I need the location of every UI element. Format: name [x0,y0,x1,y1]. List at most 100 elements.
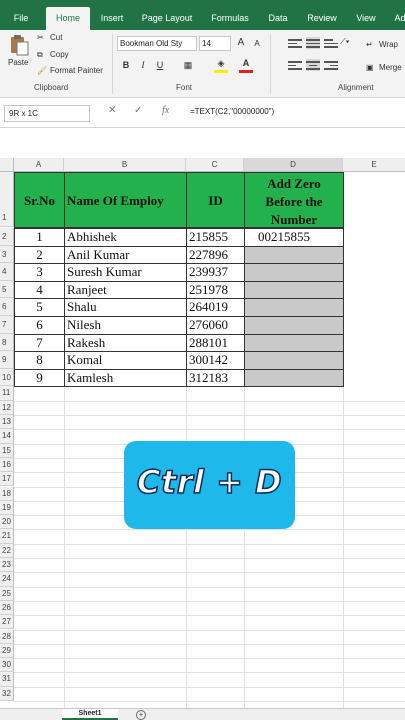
cell-sr-no[interactable]: 2 [14,245,65,265]
tab-insert[interactable]: Insert [94,7,130,30]
cell-sr-no[interactable]: 3 [14,263,65,282]
row-header[interactable]: 17 [0,472,14,487]
grow-font-button[interactable]: A [234,36,248,50]
cut-icon[interactable]: ✂ [37,33,44,42]
wrap-text-button[interactable]: Wrap [379,40,398,49]
cell-employee-name[interactable]: Shalu [64,298,187,317]
italic-button[interactable]: I [136,58,150,72]
cell-sr-no[interactable]: 8 [14,351,65,370]
cell-result[interactable] [244,298,344,317]
row-header[interactable]: 9 [0,351,14,369]
row-header[interactable]: 30 [0,658,14,673]
row-header[interactable]: 23 [0,558,14,573]
cell-employee-name[interactable]: Kamlesh [64,368,187,388]
wrap-text-icon[interactable]: ↵ [366,40,373,49]
cell-employee-name[interactable]: Abhishek [64,228,187,247]
row-header[interactable]: 5 [0,280,14,299]
orientation-icon[interactable]: ⟋▾ [340,37,350,47]
format-painter-button[interactable]: Format Painter [50,66,103,75]
cell-id[interactable]: 312183 [186,368,245,388]
tab-review[interactable]: Review [302,7,342,30]
name-box[interactable]: 9R x 1C [4,105,90,122]
row-header[interactable]: 22 [0,543,14,558]
cell-result[interactable]: 00215855 [244,228,344,247]
cell-employee-name[interactable]: Rakesh [64,333,187,353]
cell-sr-no[interactable]: 6 [14,316,65,335]
font-size-select[interactable]: 14 [199,36,231,51]
add-sheet-button[interactable]: + [136,710,146,720]
row-header[interactable]: 26 [0,600,14,616]
cell-id[interactable]: 227896 [186,245,245,265]
tab-home[interactable]: Home [46,7,90,30]
cell-employee-name[interactable]: Nilesh [64,316,187,335]
row-header[interactable]: 25 [0,586,14,601]
cell-id[interactable]: 288101 [186,333,245,353]
row-header[interactable]: 27 [0,615,14,630]
cell-id[interactable]: 239937 [186,263,245,282]
row-header[interactable]: 1 [0,172,14,227]
bold-button[interactable]: B [119,58,133,72]
copy-icon[interactable]: ⧉ [37,50,43,60]
align-right-icon[interactable] [324,59,338,71]
cell-sr-no[interactable]: 9 [14,368,65,388]
tab-addins[interactable]: Ad [390,7,405,30]
shrink-font-button[interactable]: A [250,37,264,51]
cell-id[interactable]: 264019 [186,298,245,317]
row-header[interactable]: 3 [0,245,14,264]
row-header[interactable]: 21 [0,529,14,544]
header-id[interactable]: ID [186,172,245,228]
format-painter-icon[interactable]: 🖌 [37,66,47,75]
cell-result[interactable] [244,245,344,265]
select-all-corner[interactable] [0,158,14,172]
tab-page-layout[interactable]: Page Layout [138,7,196,30]
copy-button[interactable]: Copy [50,50,69,59]
cell-result[interactable] [244,368,344,388]
align-center-icon[interactable] [306,59,320,71]
row-header[interactable]: 7 [0,316,14,334]
row-header[interactable]: 13 [0,415,14,430]
row-header[interactable]: 18 [0,486,14,501]
merge-button[interactable]: Merge [379,63,402,72]
header-name[interactable]: Name Of Employ [64,172,187,228]
sheet-tab-sheet1[interactable]: Sheet1 [62,709,118,720]
underline-button[interactable]: U [153,58,167,72]
tab-file[interactable]: File [6,7,36,30]
cancel-button[interactable]: ✕ [108,105,116,116]
cell-result[interactable] [244,333,344,353]
cell-result[interactable] [244,351,344,370]
cut-button[interactable]: Cut [50,33,62,42]
cell-result[interactable] [244,316,344,335]
row-header[interactable]: 32 [0,686,14,701]
tab-formulas[interactable]: Formulas [206,7,254,30]
column-header-a[interactable]: A [14,158,64,172]
font-color-icon[interactable]: A [239,56,253,70]
cell-employee-name[interactable]: Anil Kumar [64,245,187,265]
borders-icon[interactable]: ▦ [181,58,195,72]
paste-icon[interactable] [8,34,30,56]
header-add-zero[interactable]: Add Zero Before the Number [244,172,344,228]
row-header[interactable]: 4 [0,263,14,281]
row-header[interactable]: 2 [0,228,14,246]
tab-data[interactable]: Data [262,7,294,30]
paste-button[interactable]: Paste [8,58,28,67]
cell-result[interactable] [244,263,344,282]
align-left-icon[interactable] [288,59,302,71]
row-header[interactable]: 15 [0,443,14,458]
insert-function-button[interactable]: fx [162,105,169,116]
header-sr-no[interactable]: Sr.No [14,172,65,228]
align-middle-icon[interactable] [306,37,320,49]
align-bottom-icon[interactable] [324,37,338,49]
row-header[interactable]: 20 [0,515,14,530]
cell-id[interactable]: 276060 [186,316,245,335]
cell-result[interactable] [244,280,344,300]
cell-id[interactable]: 251978 [186,280,245,300]
fill-color-icon[interactable]: ◈ [214,56,228,70]
column-header-c[interactable]: C [186,158,244,172]
merge-icon[interactable]: ▣ [366,63,374,72]
row-header[interactable]: 11 [0,386,14,401]
column-header-e[interactable]: E [343,158,405,172]
row-header[interactable]: 19 [0,500,14,516]
row-header[interactable]: 8 [0,333,14,352]
cell-employee-name[interactable]: Ranjeet [64,280,187,300]
tab-view[interactable]: View [350,7,382,30]
